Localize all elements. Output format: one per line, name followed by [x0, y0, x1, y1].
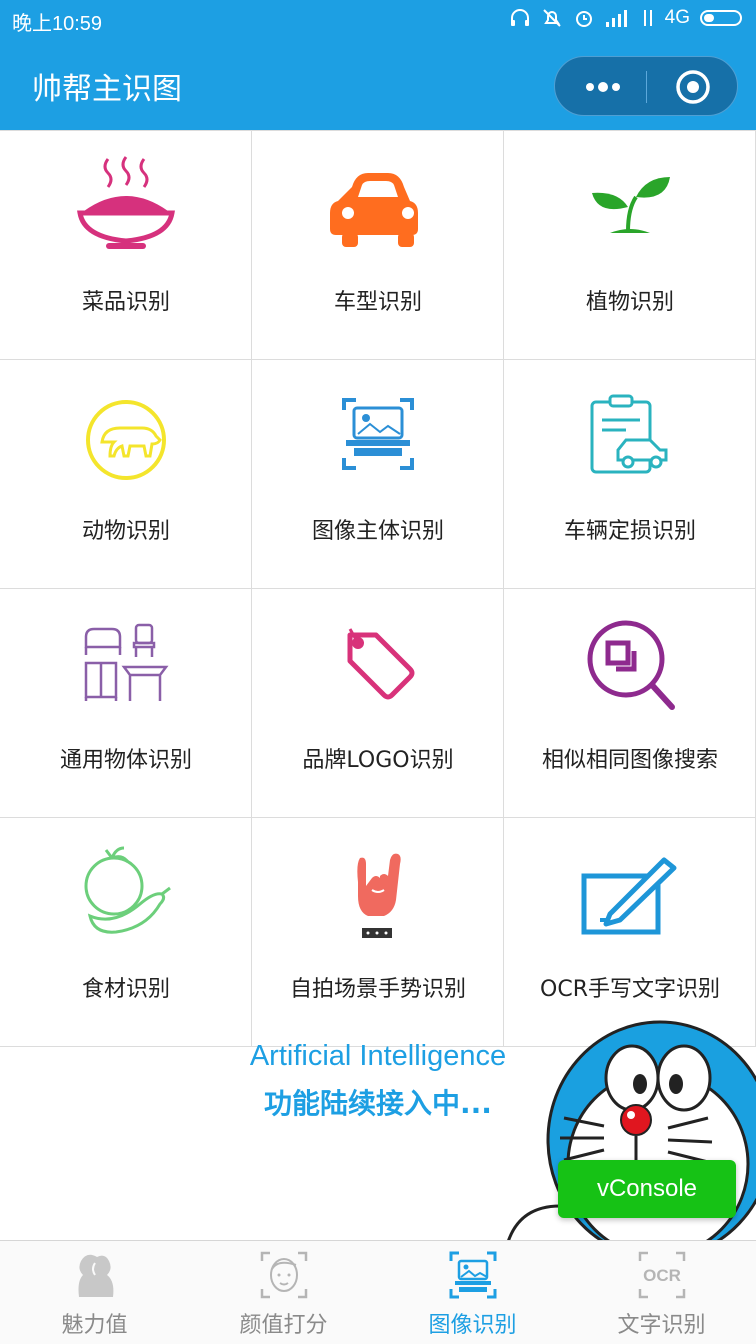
grid-item-animal[interactable]: 动物识别 [0, 360, 252, 589]
headphones-icon [510, 9, 529, 26]
car-icon [330, 173, 418, 247]
plant-icon [592, 177, 670, 233]
image-search-icon [587, 620, 675, 710]
grid-item-similar-image[interactable]: 相似相同图像搜索 [504, 589, 756, 818]
status-bar: 晚上10:59 4G [0, 0, 756, 40]
tab-label: 颜值打分 [239, 1313, 328, 1338]
data-transfer-icon [643, 10, 652, 26]
vconsole-button[interactable]: vConsole [558, 1160, 736, 1218]
mini-program-capsule [554, 56, 738, 116]
grid-item-label: 菜品识别 [81, 290, 170, 315]
tab-label: 文字识别 [617, 1313, 706, 1338]
grid-item-selfie-gesture[interactable]: 自拍场景手势识别 [252, 818, 504, 1047]
grid-item-label: 车型识别 [333, 290, 422, 315]
grid-item-brand-logo[interactable]: 品牌LOGO识别 [252, 589, 504, 818]
couple-icon [78, 1254, 114, 1297]
battery-icon [700, 10, 742, 26]
status-time: 晚上10:59 [12, 13, 103, 35]
tab-text-recognition[interactable]: OCR 文字识别 [567, 1241, 756, 1344]
feature-grid: 菜品识别 车型识别 植物识别 动物识别 图像主体识别 车辆定损识别 通用物体识别… [0, 130, 756, 1047]
tab-image-recognition[interactable]: 图像识别 [378, 1241, 567, 1344]
grid-item-car[interactable]: 车型识别 [252, 131, 504, 360]
animal-icon [86, 400, 166, 480]
grid-item-vehicle-damage[interactable]: 车辆定损识别 [504, 360, 756, 589]
grid-item-label: OCR手写文字识别 [540, 977, 720, 1002]
tab-label: 魅力值 [61, 1313, 128, 1338]
close-target-icon[interactable] [675, 69, 711, 105]
svg-text:OCR: OCR [643, 1266, 681, 1285]
grid-item-plant[interactable]: 植物识别 [504, 131, 756, 360]
vehicle-damage-icon [590, 394, 668, 474]
grid-item-ingredient[interactable]: 食材识别 [0, 818, 252, 1047]
grid-item-label: 相似相同图像搜索 [541, 748, 718, 773]
more-icon[interactable] [581, 75, 625, 99]
grid-item-label: 食材识别 [81, 977, 170, 1002]
alarm-icon [575, 11, 592, 27]
grid-item-image-subject[interactable]: 图像主体识别 [252, 360, 504, 589]
dish-icon [77, 156, 175, 249]
bottom-tab-bar: 魅力值 颜值打分 图像识别 OCR 文字识别 [0, 1240, 756, 1344]
grid-item-label: 动物识别 [81, 519, 170, 544]
tag-icon [347, 628, 415, 700]
title-bar: 帅帮主识图 [0, 40, 756, 130]
mute-bell-icon [542, 9, 561, 27]
ocr-icon: OCR [638, 1251, 686, 1299]
face-scan-icon [260, 1251, 308, 1299]
grid-item-label: 自拍场景手势识别 [289, 977, 466, 1002]
grid-item-label: 品牌LOGO识别 [302, 748, 454, 773]
signal-icon [605, 10, 627, 27]
tab-face-score[interactable]: 颜值打分 [189, 1241, 378, 1344]
grid-item-label: 通用物体识别 [59, 748, 192, 773]
grid-item-label: 图像主体识别 [311, 519, 444, 544]
status-icons: 4G [509, 7, 746, 29]
image-scan-icon [449, 1251, 497, 1299]
grid-item-label: 车辆定损识别 [563, 519, 696, 544]
page-title: 帅帮主识图 [32, 72, 182, 107]
capsule-divider [646, 71, 647, 103]
grid-item-dish[interactable]: 菜品识别 [0, 131, 252, 360]
handwriting-icon [581, 857, 677, 935]
tab-label: 图像识别 [428, 1313, 517, 1338]
grid-item-ocr-handwriting[interactable]: OCR手写文字识别 [504, 818, 756, 1047]
vegetable-icon [84, 846, 171, 934]
grid-item-label: 植物识别 [585, 290, 674, 315]
network-type: 4G [664, 7, 690, 28]
hand-gesture-icon [357, 853, 401, 938]
furniture-icon [84, 623, 169, 701]
grid-item-general-object[interactable]: 通用物体识别 [0, 589, 252, 818]
tab-charm[interactable]: 魅力值 [0, 1241, 189, 1344]
image-subject-icon [342, 398, 414, 470]
